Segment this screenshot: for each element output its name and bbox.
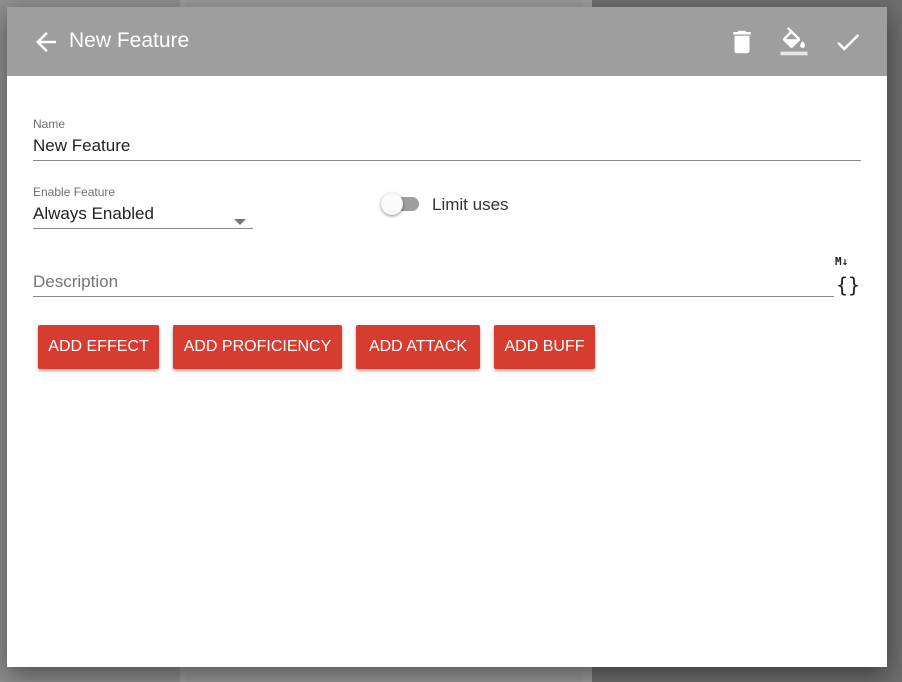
arrow-back-icon (36, 32, 56, 52)
dialog-title: New Feature (69, 29, 190, 52)
enable-select[interactable]: Always Enabled (33, 204, 154, 224)
enable-underline (33, 228, 253, 229)
add-attack-button[interactable]: ADD ATTACK (356, 325, 480, 369)
add-proficiency-button[interactable]: ADD PROFICIENCY (173, 325, 342, 369)
trash-icon (733, 30, 751, 54)
code-braces-icon[interactable]: {} (836, 273, 860, 297)
switch-thumb (381, 193, 403, 215)
confirm-button[interactable] (833, 27, 863, 57)
add-buff-button[interactable]: ADD BUFF (494, 325, 595, 369)
dropdown-arrow-icon[interactable] (234, 219, 246, 225)
add-effect-button[interactable]: ADD EFFECT (38, 325, 159, 369)
dialog-content: Name New Feature Enable Feature Always E… (7, 76, 887, 667)
limit-uses-label: Limit uses (432, 195, 509, 214)
feature-dialog: New Feature Name New Feature Enable Feat… (7, 7, 887, 667)
markdown-icon: M↓ (835, 255, 849, 268)
description-input[interactable]: Description (33, 272, 118, 292)
name-label: Name (33, 117, 66, 131)
check-icon (837, 33, 860, 51)
limit-uses-toggle[interactable] (381, 193, 423, 215)
name-underline (33, 160, 861, 161)
dialog-toolbar: New Feature (7, 7, 887, 76)
enable-label: Enable Feature (33, 185, 116, 199)
color-button[interactable] (779, 27, 809, 57)
name-input[interactable]: New Feature (33, 136, 130, 156)
paint-bucket-icon (780, 27, 808, 56)
delete-button[interactable] (727, 27, 757, 57)
back-button[interactable] (31, 27, 61, 57)
description-underline (33, 296, 834, 297)
